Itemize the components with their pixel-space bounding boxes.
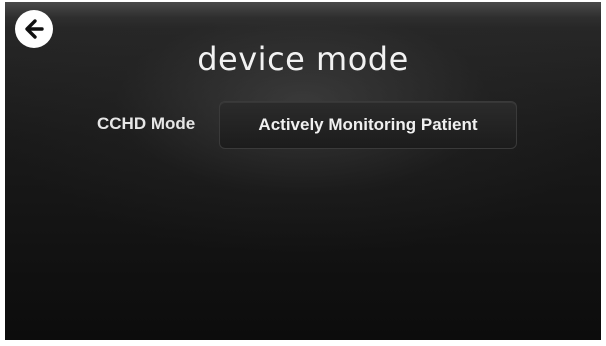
page-title: device mode <box>197 40 409 78</box>
cchd-mode-value-button[interactable]: Actively Monitoring Patient <box>219 101 517 149</box>
device-screen: device mode CCHD Mode Actively Monitorin… <box>5 2 601 340</box>
top-bar <box>5 2 601 28</box>
cchd-mode-row: CCHD Mode Actively Monitoring Patient <box>5 100 601 149</box>
cchd-mode-label: CCHD Mode <box>97 114 196 133</box>
arrow-left-icon <box>25 19 44 39</box>
